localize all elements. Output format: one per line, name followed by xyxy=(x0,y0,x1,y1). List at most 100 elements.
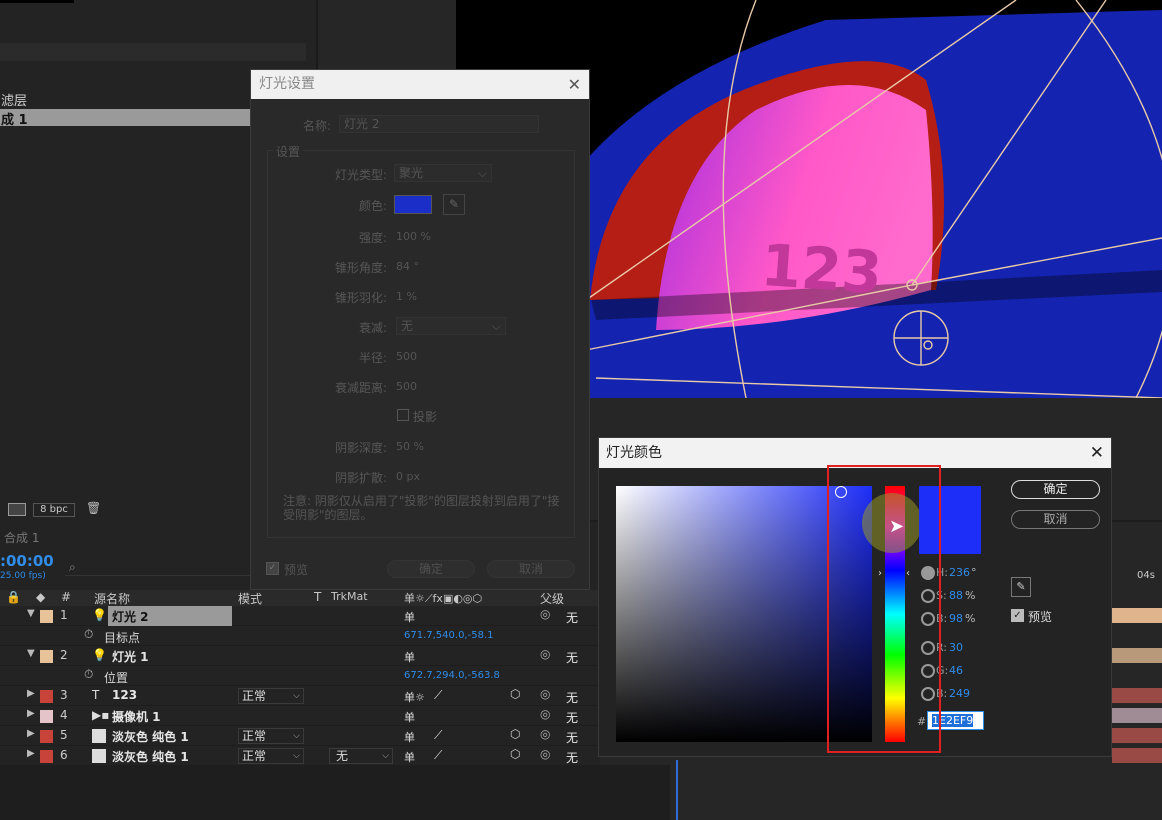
layer-name[interactable]: 淡灰色 纯色 1 xyxy=(112,748,189,765)
parent-pickwhip-icon[interactable]: ◎ xyxy=(540,707,550,721)
label-tag-icon[interactable]: ◆ xyxy=(36,590,45,604)
col-parent[interactable]: 父级 xyxy=(540,590,564,607)
layer-track-bar[interactable] xyxy=(1112,748,1162,763)
ok-button[interactable]: 确定 xyxy=(387,560,475,578)
expand-right-icon[interactable]: ▶ xyxy=(27,728,35,739)
expand-right-icon[interactable]: ▶ xyxy=(27,748,35,759)
timeline-tab[interactable]: 合成 1 xyxy=(4,529,39,546)
3d-layer-icon[interactable]: ⬡ xyxy=(510,687,520,701)
shy-switch-icon[interactable]: 单 xyxy=(404,729,415,745)
falloff-distance-value[interactable]: 500 xyxy=(396,380,417,393)
falloff-select[interactable]: 无 ⌵ xyxy=(396,317,506,335)
parent-pickwhip-icon[interactable]: ◎ xyxy=(540,607,550,621)
lock-icon[interactable]: 🔒 xyxy=(6,590,21,604)
shy-switch-icon[interactable]: 单 xyxy=(404,709,415,725)
close-icon[interactable]: ✕ xyxy=(568,70,581,99)
layer-track-bar[interactable] xyxy=(1112,688,1162,703)
parent-select[interactable]: 无 xyxy=(566,709,578,726)
parent-pickwhip-icon[interactable]: ◎ xyxy=(540,747,550,761)
layer-row[interactable]: ▶ 3 T 123 正常 ⌵ 单☼ ⟋ ⬡ ◎ 无 xyxy=(0,686,600,706)
project-search-field[interactable] xyxy=(0,43,306,61)
blend-mode-select[interactable]: 正常 ⌵ xyxy=(238,748,304,764)
parent-pickwhip-icon[interactable]: ◎ xyxy=(540,647,550,661)
layer-name[interactable]: 淡灰色 纯色 1 xyxy=(112,728,189,745)
quality-switch-icon[interactable]: ⟋ xyxy=(434,748,442,763)
layer-row[interactable]: ▼ 1 💡 灯光 2 单 ◎ 无 xyxy=(0,606,600,626)
cancel-button[interactable]: 取消 xyxy=(487,560,575,578)
layer-track-bar[interactable] xyxy=(1112,728,1162,743)
preview-checkbox[interactable]: ✓ xyxy=(266,562,279,575)
col-source-name[interactable]: 源名称 xyxy=(94,590,130,607)
name-field[interactable]: 灯光 2 xyxy=(339,115,539,133)
light-type-select[interactable]: 聚光 ⌵ xyxy=(394,164,492,182)
flowchart-icon[interactable] xyxy=(8,503,26,516)
intensity-value[interactable]: 100 % xyxy=(396,230,431,243)
cancel-button[interactable]: 取消 xyxy=(1011,510,1100,529)
h-value[interactable]: 236 xyxy=(949,566,970,579)
layer-name[interactable]: 灯光 1 xyxy=(112,648,149,665)
shadow-depth-value[interactable]: 50 % xyxy=(396,440,424,453)
timeline-search-input[interactable]: ⌕ xyxy=(65,560,255,576)
eyedropper-icon[interactable]: ✎ xyxy=(443,194,465,215)
parent-select[interactable]: 无 xyxy=(566,749,578,766)
eyedropper-icon[interactable]: ✎ xyxy=(1011,577,1031,597)
expand-down-icon[interactable]: ▼ xyxy=(27,608,35,619)
preview-checkbox[interactable]: ✓ xyxy=(1011,609,1024,622)
quality-switch-icon[interactable]: ⟋ xyxy=(434,728,442,743)
property-value[interactable]: 672.7,294.0,-563.8 xyxy=(404,670,500,681)
parent-select[interactable]: 无 xyxy=(566,689,578,706)
shy-switch-icon[interactable]: 单☼ xyxy=(404,689,425,705)
blend-mode-select[interactable]: 正常 ⌵ xyxy=(238,728,304,744)
shy-switch-icon[interactable]: 单 xyxy=(404,649,415,665)
b-value[interactable]: 98 xyxy=(949,612,963,625)
expand-right-icon[interactable]: ▶ xyxy=(27,708,35,719)
quality-switch-icon[interactable]: ⟋ xyxy=(434,688,442,703)
parent-select[interactable]: 无 xyxy=(566,649,578,666)
blue-value[interactable]: 249 xyxy=(949,687,970,700)
layer-name[interactable]: 123 xyxy=(112,688,137,702)
3d-layer-icon[interactable]: ⬡ xyxy=(510,727,520,741)
playhead[interactable] xyxy=(676,760,678,820)
cone-feather-value[interactable]: 1 % xyxy=(396,290,417,303)
layer-row[interactable]: ▶ 6 淡灰色 纯色 1 正常 ⌵ 无 ⌵ 单 ⟋ ⬡ ◎ 无 xyxy=(0,746,600,766)
expand-down-icon[interactable]: ▼ xyxy=(27,648,35,659)
col-mode[interactable]: 模式 xyxy=(238,590,262,607)
radius-value[interactable]: 500 xyxy=(396,350,417,363)
layer-track-bar[interactable] xyxy=(1112,648,1162,663)
stopwatch-icon[interactable]: ⏱ xyxy=(84,667,93,682)
color-swatch[interactable] xyxy=(394,195,432,214)
layer-row[interactable]: ▼ 2 💡 灯光 1 单 ◎ 无 xyxy=(0,646,600,666)
ok-button[interactable]: 确定 xyxy=(1011,480,1100,499)
label-color[interactable] xyxy=(40,610,53,623)
layer-row[interactable]: ▶ 5 淡灰色 纯色 1 正常 ⌵ 单 ⟋ ⬡ ◎ 无 xyxy=(0,726,600,746)
trkmat-select[interactable]: 无 ⌵ xyxy=(329,748,393,764)
property-row[interactable]: ⏱ 位置 672.7,294.0,-563.8 xyxy=(0,666,600,686)
parent-pickwhip-icon[interactable]: ◎ xyxy=(540,687,550,701)
3d-layer-icon[interactable]: ⬡ xyxy=(510,747,520,761)
r-value[interactable]: 30 xyxy=(949,641,963,654)
label-color[interactable] xyxy=(40,650,53,663)
shy-switch-icon[interactable]: 单 xyxy=(404,609,415,625)
label-color[interactable] xyxy=(40,750,53,763)
parent-select[interactable]: 无 xyxy=(566,729,578,746)
shadow-checkbox[interactable] xyxy=(397,409,409,421)
stopwatch-icon[interactable]: ⏱ xyxy=(84,627,93,642)
layer-track-bar[interactable] xyxy=(1112,708,1162,723)
current-time[interactable]: :00:00 xyxy=(0,552,54,570)
layer-name[interactable]: 摄像机 1 xyxy=(112,708,161,725)
cone-angle-value[interactable]: 84 ° xyxy=(396,260,419,273)
s-value[interactable]: 88 xyxy=(949,589,963,602)
label-color[interactable] xyxy=(40,690,53,703)
property-row[interactable]: ⏱ 目标点 671.7,540.0,-58.1 xyxy=(0,626,600,646)
trash-icon[interactable]: 🗑 xyxy=(86,501,101,515)
close-icon[interactable]: ✕ xyxy=(1090,438,1104,468)
expand-right-icon[interactable]: ▶ xyxy=(27,688,35,699)
parent-select[interactable]: 无 xyxy=(566,609,578,626)
property-value[interactable]: 671.7,540.0,-58.1 xyxy=(404,630,494,641)
layer-name[interactable]: 灯光 2 xyxy=(112,608,149,625)
parent-pickwhip-icon[interactable]: ◎ xyxy=(540,727,550,741)
bit-depth-button[interactable]: 8 bpc xyxy=(33,503,75,517)
shy-switch-icon[interactable]: 单 xyxy=(404,749,415,765)
layer-track-bar[interactable] xyxy=(1112,608,1162,623)
g-value[interactable]: 46 xyxy=(949,664,963,677)
